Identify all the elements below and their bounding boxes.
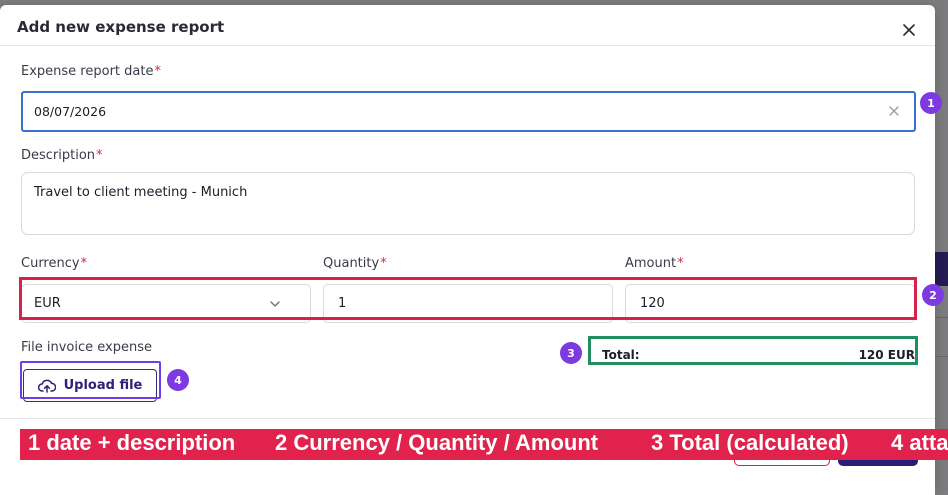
currency-select[interactable]: EUR (21, 284, 311, 323)
amount-value: 120 (640, 296, 665, 311)
file-invoice-label: File invoice expense (21, 340, 152, 355)
currency-label: Currency* (21, 256, 88, 271)
close-button[interactable] (898, 19, 920, 41)
description-label: Description* (21, 148, 103, 163)
annotation-item: 2 Currency / Quantity / Amount (275, 430, 599, 455)
quantity-input[interactable]: 1 (323, 284, 613, 323)
total-value: 120 EUR (858, 348, 915, 362)
annotation-legend-bar: 1 date + description 2 Currency / Quanti… (20, 429, 948, 460)
total-label: Total: (602, 348, 640, 362)
quantity-label: Quantity* (323, 256, 387, 271)
currency-value: EUR (34, 296, 61, 311)
badge-2: 2 (922, 284, 944, 306)
annotation-item: 3 Total (calculated) (651, 430, 849, 455)
date-label: Expense report date* (21, 64, 161, 79)
badge-4: 4 (167, 369, 189, 391)
footer-divider (0, 418, 935, 419)
date-input[interactable]: 08/07/2026 (21, 91, 916, 132)
close-icon (903, 24, 915, 36)
upload-highlight-box (20, 361, 161, 399)
description-textarea[interactable]: Travel to client meeting - Munich (21, 172, 915, 235)
header-divider (0, 45, 935, 46)
badge-3: 3 (560, 342, 582, 364)
quantity-value: 1 (338, 296, 347, 311)
chevron-down-icon (270, 301, 280, 307)
description-value: Travel to client meeting - Munich (34, 185, 248, 200)
annotation-item: 4 atta (891, 430, 948, 455)
amount-label: Amount* (625, 256, 684, 271)
amount-input[interactable]: 120 (625, 284, 915, 323)
annotation-item: 1 date + description (28, 430, 236, 455)
add-expense-modal: Add new expense report Expense report da… (0, 5, 935, 495)
clear-icon[interactable] (886, 103, 902, 119)
background-button-accent (935, 252, 948, 286)
badge-1: 1 (920, 92, 942, 114)
date-value: 08/07/2026 (34, 104, 107, 119)
modal-title: Add new expense report (17, 18, 225, 36)
